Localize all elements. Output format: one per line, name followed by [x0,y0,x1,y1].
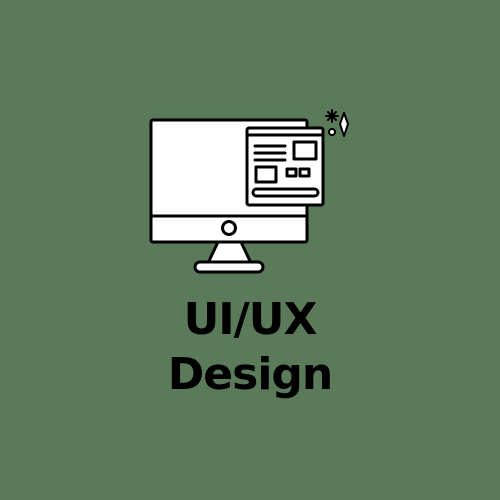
monitor-neck [206,240,253,265]
wireframe-bottom-bar [251,187,320,198]
wireframe-window-icon [245,126,325,207]
sparkle-icon [325,109,339,123]
power-button-icon [221,220,237,236]
monitor-base [193,260,265,274]
dot-icon [328,128,336,136]
title-line-1: UI/UX [183,294,318,345]
wireframe-small-button [285,167,298,178]
ui-ux-logo-graphic [149,109,349,274]
wireframe-small-button [298,167,311,178]
wireframe-image-box [292,140,318,161]
diamond-icon [339,112,349,137]
page: { "background_color": "#5a7a5a", "ink_co… [0,0,500,500]
wireframe-card-box [254,165,278,184]
title-line-2: Design [167,349,333,400]
